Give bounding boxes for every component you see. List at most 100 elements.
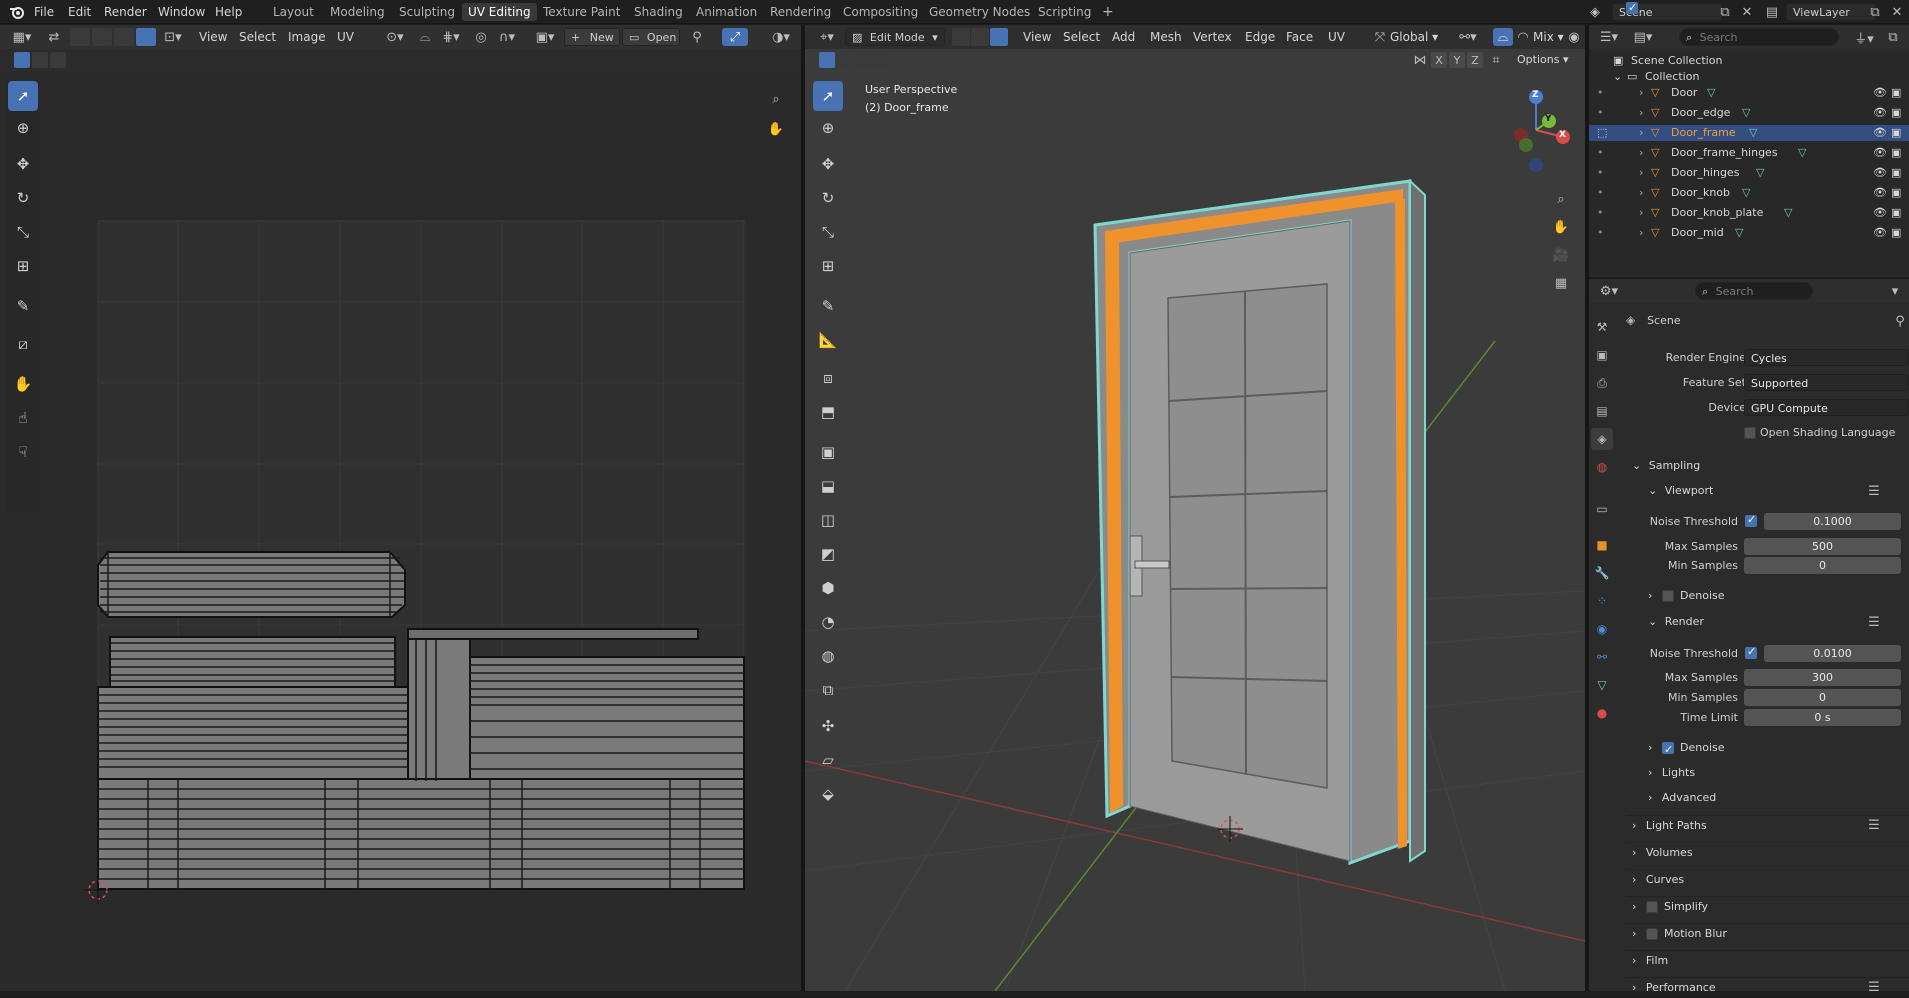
delete-view-layer-icon[interactable]: ✕	[1888, 3, 1906, 21]
viewport-menu-uv[interactable]: UV	[1328, 25, 1345, 49]
menu-edit[interactable]: Edit	[68, 0, 91, 24]
new-collection-icon[interactable]: ⧉	[1883, 28, 1903, 46]
outliner-item-door[interactable]: • › ▽ Door ▽ 👁 ▣	[1589, 85, 1909, 101]
new-scene-icon[interactable]: ⧉	[1716, 3, 1734, 21]
properties-options-icon[interactable]: ▾	[1885, 282, 1905, 300]
view-layer-tab-icon[interactable]: ▤	[1591, 400, 1613, 422]
display-mode-icon[interactable]: ▤▾	[1629, 28, 1657, 46]
visibility-eye-icon[interactable]: 👁	[1873, 205, 1887, 221]
mix-dropdown[interactable]: Mix ▾	[1533, 25, 1564, 49]
edge-slide-tool[interactable]: ⧉	[813, 675, 843, 705]
scale-tool[interactable]: ⤡	[813, 217, 843, 247]
outliner-item-door-edge[interactable]: • › ▽ Door_edge ▽ 👁 ▣	[1589, 105, 1909, 121]
vertex-select-button[interactable]	[952, 28, 970, 46]
viewport-menu-vertex[interactable]: Vertex	[1193, 25, 1232, 49]
expand-arrow-icon[interactable]: ›	[1639, 125, 1643, 141]
material-tab-icon[interactable]: ●	[1591, 702, 1613, 724]
select-box-new-button[interactable]	[819, 52, 835, 68]
select-box-tool[interactable]: ➚	[813, 81, 843, 111]
expand-arrow-icon[interactable]: ›	[1639, 165, 1643, 181]
render-camera-icon[interactable]: ▣	[1891, 205, 1901, 221]
pivot-point-icon[interactable]: ⚯▾	[1455, 28, 1481, 46]
render-camera-icon[interactable]: ▣	[1891, 125, 1901, 141]
menu-help[interactable]: Help	[215, 0, 242, 24]
face-select-button[interactable]	[990, 28, 1008, 46]
film-panel-header[interactable]: › Film	[1626, 950, 1909, 970]
vp-denoise-subpanel-header[interactable]: › Denoise	[1626, 586, 1909, 606]
knife-tool[interactable]: ◩	[813, 539, 843, 569]
vp-denoise-checkbox[interactable]	[1662, 590, 1674, 602]
menu-file[interactable]: File	[34, 0, 54, 24]
restrict-dot-icon[interactable]: •	[1597, 85, 1604, 101]
mirror-icon[interactable]: ⋈	[1411, 51, 1429, 69]
render-camera-icon[interactable]: ▣	[1891, 165, 1901, 181]
data-tab-icon[interactable]: ▽	[1591, 674, 1613, 696]
viewport-scene[interactable]	[805, 71, 1585, 991]
loop-cut-tool[interactable]: ◫	[813, 505, 843, 535]
outliner-item-door-frame[interactable]: ⬚ › ▽ Door_frame ▽ 👁 ▣	[1589, 125, 1909, 141]
options-dropdown[interactable]: Options ▾	[1517, 51, 1568, 69]
r-max-samples-field[interactable]: 300	[1744, 669, 1901, 686]
render-camera-icon[interactable]: ▣	[1891, 105, 1901, 121]
restrict-dot-icon[interactable]: •	[1597, 205, 1604, 221]
poly-build-tool[interactable]: ⬢	[813, 573, 843, 603]
restrict-dot-icon[interactable]: •	[1597, 165, 1604, 181]
filter-icon[interactable]: ⏚▾	[1851, 28, 1877, 47]
restrict-dot-icon[interactable]: •	[1597, 185, 1604, 201]
view-layer-selector[interactable]: ViewLayer	[1786, 3, 1876, 21]
physics-tab-icon[interactable]: ◉	[1591, 618, 1613, 640]
volumes-panel-header[interactable]: › Volumes	[1626, 842, 1909, 862]
render-tab-icon[interactable]: ▣	[1591, 344, 1613, 366]
r-time-limit-field[interactable]: 0 s	[1744, 709, 1901, 726]
tool-tab-icon[interactable]: ⚒	[1591, 316, 1613, 338]
shrink-fatten-tool[interactable]: ✣	[813, 711, 843, 741]
render-camera-icon[interactable]: ▣	[1891, 185, 1901, 201]
outliner-item-door-knob[interactable]: • › ▽ Door_knob ▽ 👁 ▣	[1589, 185, 1909, 201]
outliner-item-door-mid[interactable]: • › ▽ Door_mid ▽ 👁 ▣	[1589, 225, 1909, 241]
advanced-subpanel-header[interactable]: › Advanced	[1626, 788, 1909, 808]
tab-sculpting[interactable]: Sculpting	[393, 3, 461, 21]
new-view-layer-icon[interactable]: ⧉	[1866, 3, 1884, 21]
vp-noise-threshold-field[interactable]: 0.1000	[1764, 513, 1901, 530]
viewport-menu-select[interactable]: Select	[1063, 25, 1100, 49]
motion-blur-panel-header[interactable]: › Motion Blur	[1626, 923, 1909, 943]
mode-selector[interactable]: ▨ Edit Mode ▾	[845, 28, 945, 46]
restrict-dot-icon[interactable]: •	[1597, 145, 1604, 161]
tab-modeling[interactable]: Modeling	[324, 3, 391, 21]
outliner-editor-type-icon[interactable]: ☰▾	[1595, 28, 1623, 46]
tab-rendering[interactable]: Rendering	[764, 3, 837, 21]
expand-arrow-icon[interactable]: ›	[1639, 185, 1643, 201]
world-tab-icon[interactable]: ◍	[1591, 456, 1613, 478]
tab-shading[interactable]: Shading	[628, 3, 689, 21]
mirror-z-toggle[interactable]: Z	[1467, 52, 1483, 68]
tab-scripting[interactable]: Scripting	[1032, 3, 1097, 21]
snapping-icon[interactable]: ⌓	[1493, 28, 1513, 46]
motion-blur-checkbox[interactable]	[1646, 928, 1658, 940]
add-cube-tool[interactable]: ⧈	[813, 363, 843, 393]
presets-list-icon[interactable]: ☰	[1864, 614, 1884, 630]
smooth-tool[interactable]: ◍	[813, 641, 843, 671]
r-noise-threshold-field[interactable]: 0.0100	[1764, 645, 1901, 662]
viewport-menu-view[interactable]: View	[1023, 25, 1051, 49]
viewport-menu-edge[interactable]: Edge	[1245, 25, 1275, 49]
viewport-pan-icon[interactable]: ✋	[1549, 215, 1573, 239]
presets-list-icon[interactable]: ☰	[1864, 483, 1884, 499]
restrict-dot-icon[interactable]: •	[1597, 105, 1604, 121]
move-tool[interactable]: ✥	[813, 149, 843, 179]
properties-search[interactable]: ⌕ Search	[1695, 282, 1813, 300]
r-denoise-subpanel-header[interactable]: › Denoise	[1626, 738, 1909, 760]
render-camera-icon[interactable]: ▣	[1891, 225, 1901, 241]
tab-compositing[interactable]: Compositing	[837, 3, 924, 21]
shear-tool[interactable]: ▱	[813, 745, 843, 775]
measure-tool[interactable]: 📐	[813, 325, 843, 355]
simplify-checkbox[interactable]	[1646, 901, 1658, 913]
visibility-eye-icon[interactable]: 👁	[1873, 165, 1887, 181]
spin-tool[interactable]: ◔	[813, 607, 843, 637]
r-denoise-checkbox[interactable]	[1662, 740, 1674, 760]
feature-set-dropdown[interactable]: Supported	[1744, 374, 1909, 391]
output-tab-icon[interactable]: ⎙	[1591, 372, 1613, 394]
modifier-tab-icon[interactable]: 🔧	[1591, 562, 1613, 584]
delete-scene-icon[interactable]: ✕	[1738, 3, 1756, 21]
inset-tool[interactable]: ▣	[813, 437, 843, 467]
lights-subpanel-header[interactable]: › Lights	[1626, 763, 1909, 783]
